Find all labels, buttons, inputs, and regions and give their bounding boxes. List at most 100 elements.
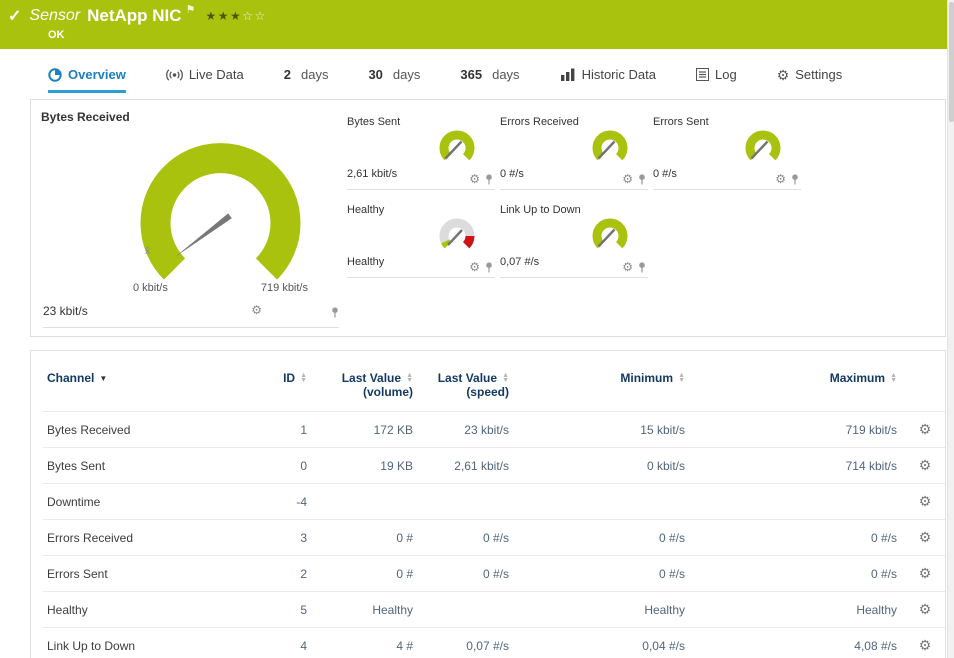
cell-channel: Bytes Received <box>43 412 239 448</box>
tab-label: days <box>492 67 519 82</box>
gear-icon[interactable]: ⚙ <box>622 261 633 273</box>
tab-number: 365 <box>460 67 482 82</box>
stars-filled: ★★★ <box>205 9 242 23</box>
sensor-header: ✓ Sensor NetApp NIC ⚑ ★★★☆☆ OK <box>0 0 954 49</box>
cell-vol: 4 # <box>311 628 417 658</box>
col-sublabel: (volume) <box>363 385 413 399</box>
col-header-max[interactable]: Maximum▲▼ <box>689 363 901 412</box>
tab-2-days[interactable]: 2 days <box>284 67 329 93</box>
main-gauge-dial: x̄ <box>103 130 338 292</box>
gauges-panel: Bytes Received x̄ 0 kbit/s 719 kbit/s 23… <box>30 99 946 337</box>
small-gauge: Link Up to Down0,07 #/s⚙ <box>500 204 648 278</box>
flag-icon[interactable]: ⚑ <box>186 3 196 16</box>
cell-vol: 172 KB <box>311 412 417 448</box>
scrollbar-thumb[interactable] <box>949 2 954 122</box>
table-row[interactable]: Bytes Sent019 KB2,61 kbit/s0 kbit/s714 k… <box>43 448 946 484</box>
cell-actions: ⚙ <box>901 448 946 484</box>
col-label: Channel <box>47 371 94 385</box>
gauge-title: Healthy <box>347 204 495 216</box>
tab-30-days[interactable]: 30 days <box>368 67 420 93</box>
cell-channel: Link Up to Down <box>43 628 239 658</box>
channel-settings-icon[interactable]: ⚙ <box>919 493 932 509</box>
col-header-channel[interactable]: Channel▼ <box>43 363 239 412</box>
pin-icon[interactable] <box>791 174 799 185</box>
gauge-title: Bytes Sent <box>347 116 495 128</box>
table-row[interactable]: Bytes Received1172 KB23 kbit/s15 kbit/s7… <box>43 412 946 448</box>
sort-icon: ▲▼ <box>406 374 413 383</box>
tab-historic-data[interactable]: Historic Data <box>560 67 656 93</box>
channel-settings-icon[interactable]: ⚙ <box>919 529 932 545</box>
pin-icon[interactable] <box>485 174 493 185</box>
col-header-actions <box>901 363 946 412</box>
gear-icon[interactable]: ⚙ <box>622 173 633 185</box>
cell-vol <box>311 484 417 520</box>
col-header-vol[interactable]: Last Value ▲▼ (volume) <box>311 363 417 412</box>
tab-log[interactable]: Log <box>696 67 737 93</box>
pin-icon[interactable] <box>267 301 339 318</box>
channel-table-header-row: Channel▼ID▲▼Last Value▲▼(volume)Last Val… <box>43 363 946 412</box>
cell-max: 0 #/s <box>689 520 901 556</box>
tab-label: Live Data <box>189 67 244 82</box>
cell-actions: ⚙ <box>901 556 946 592</box>
pin-icon[interactable] <box>638 262 646 273</box>
channel-settings-icon[interactable]: ⚙ <box>919 565 932 581</box>
pin-icon[interactable] <box>485 262 493 273</box>
priority-stars[interactable]: ★★★☆☆ <box>205 9 266 23</box>
gauge-value: 0 #/s <box>653 168 677 180</box>
tab-live-data[interactable]: Live Data <box>166 67 244 93</box>
tab-label: Historic Data <box>582 67 656 82</box>
channel-settings-icon[interactable]: ⚙ <box>919 601 932 617</box>
cell-id: 0 <box>239 448 311 484</box>
cell-actions: ⚙ <box>901 520 946 556</box>
gauge-actions: ⚙ <box>251 301 339 318</box>
cell-channel: Errors Received <box>43 520 239 556</box>
channel-settings-icon[interactable]: ⚙ <box>919 637 932 653</box>
tab-overview[interactable]: Overview <box>48 67 126 93</box>
table-row[interactable]: Errors Sent20 #0 #/s0 #/s0 #/s⚙ <box>43 556 946 592</box>
small-gauge: HealthyHealthy⚙ <box>347 204 495 278</box>
gear-icon[interactable]: ⚙ <box>251 304 262 316</box>
gauge-value: 0 #/s <box>500 168 524 180</box>
tab-label: days <box>393 67 420 82</box>
channel-settings-icon[interactable]: ⚙ <box>919 457 932 473</box>
cell-min: 0 #/s <box>513 520 689 556</box>
cell-max: Healthy <box>689 592 901 628</box>
gauge-title: Errors Received <box>500 116 648 128</box>
cell-speed: 0,07 #/s <box>417 628 513 658</box>
page-scrollbar[interactable] <box>947 0 954 658</box>
gear-icon[interactable]: ⚙ <box>469 173 480 185</box>
col-header-speed[interactable]: Last Value▲▼(speed) <box>417 363 513 412</box>
gauge-title: Errors Sent <box>653 116 801 128</box>
sort-icon: ▲▼ <box>890 374 897 383</box>
cell-min: 0 kbit/s <box>513 448 689 484</box>
sort-icon: ▲▼ <box>300 374 307 383</box>
log-list-icon <box>696 68 709 81</box>
historic-chart-icon <box>560 68 576 81</box>
gauge-scale: 0 kbit/s 719 kbit/s <box>103 282 338 294</box>
status-check-icon: ✓ <box>8 6 21 26</box>
cell-vol: 0 # <box>311 520 417 556</box>
table-row[interactable]: Errors Received30 #0 #/s0 #/s0 #/s⚙ <box>43 520 946 556</box>
gauge-actions: ⚙ <box>622 261 646 273</box>
gauge-max-label: 719 kbit/s <box>261 282 308 294</box>
tab-label: Settings <box>795 67 842 82</box>
table-row[interactable]: Healthy5HealthyHealthyHealthy⚙ <box>43 592 946 628</box>
table-row[interactable]: Link Up to Down44 #0,07 #/s0,04 #/s4,08 … <box>43 628 946 658</box>
object-kind-label: Sensor <box>29 7 80 25</box>
gauge-dial <box>588 128 632 168</box>
cell-speed: 0 #/s <box>417 520 513 556</box>
gauge-actions: ⚙ <box>622 173 646 185</box>
gear-icon[interactable]: ⚙ <box>469 261 480 273</box>
pin-icon[interactable] <box>638 174 646 185</box>
tab-label: days <box>301 67 328 82</box>
col-header-id[interactable]: ID▲▼ <box>239 363 311 412</box>
gauge-title: Bytes Received <box>39 108 347 124</box>
col-label: Last Value <box>342 371 401 385</box>
cell-id: 3 <box>239 520 311 556</box>
gear-icon[interactable]: ⚙ <box>775 173 786 185</box>
table-row[interactable]: Downtime-4⚙ <box>43 484 946 520</box>
tab-settings[interactable]: ⚙ Settings <box>777 67 843 93</box>
tab-365-days[interactable]: 365 days <box>460 67 519 93</box>
col-header-min[interactable]: Minimum▲▼ <box>513 363 689 412</box>
channel-settings-icon[interactable]: ⚙ <box>919 421 932 437</box>
